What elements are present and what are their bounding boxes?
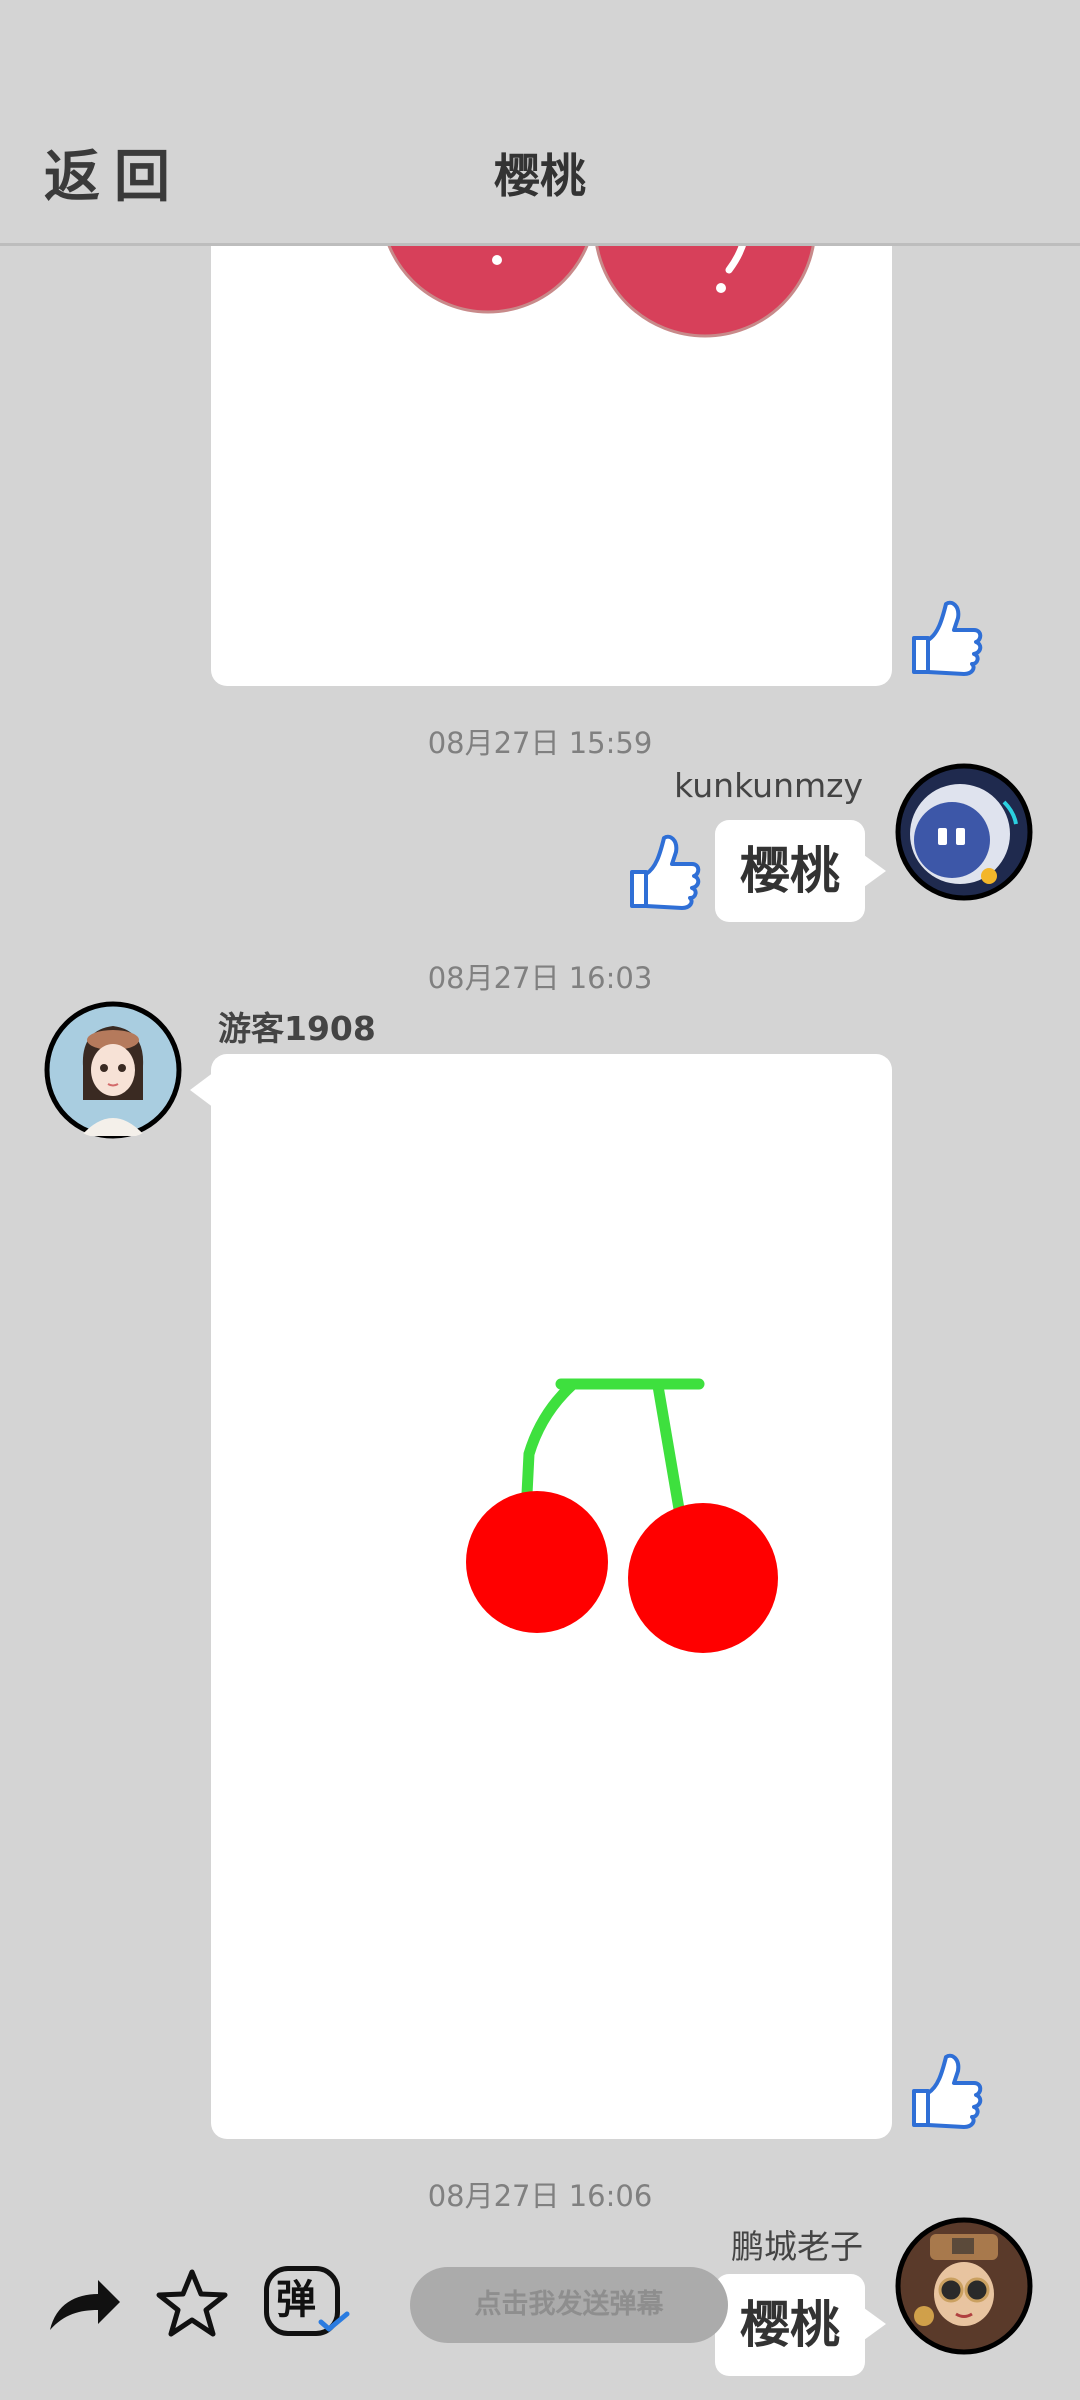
danmu-input[interactable]: 点击我发送弹幕 [410, 2267, 728, 2343]
sender-username: 鹏城老子 [731, 2227, 863, 2266]
sender-username: kunkunmzy [674, 766, 863, 805]
page-title: 樱桃 [494, 149, 586, 203]
image-message-card[interactable] [211, 1054, 892, 2139]
avatar[interactable] [43, 1000, 183, 1140]
bubble-tail [864, 2308, 886, 2340]
message-timestamp: 08月27日 15:59 [427, 726, 653, 760]
danmu-toggle-icon[interactable]: 弹 [262, 2262, 350, 2342]
star-icon[interactable] [154, 2266, 230, 2340]
text-message-bubble[interactable]: 樱桃 [715, 820, 865, 922]
thumbs-up-icon[interactable] [906, 596, 984, 678]
cherry-drawing [466, 1378, 778, 1653]
thumbs-up-icon[interactable] [624, 830, 702, 912]
text-message-bubble[interactable]: 樱桃 [715, 2274, 865, 2376]
message-timestamp: 08月27日 16:06 [427, 2179, 653, 2213]
bubble-tail [864, 855, 886, 887]
sender-username: 游客1908 [218, 1009, 376, 1048]
thumbs-up-icon[interactable] [906, 2049, 984, 2131]
chat-screen: 返回 樱桃 08月27日 15:59 kunkunmzy 樱桃 08月27日 1… [0, 0, 1080, 2400]
avatar[interactable] [894, 2216, 1034, 2356]
share-icon[interactable] [44, 2270, 124, 2336]
top-bar: 返回 樱桃 [0, 0, 1080, 246]
message-timestamp: 08月27日 16:03 [427, 961, 653, 995]
checkmark-icon [318, 2311, 350, 2332]
avatar[interactable] [894, 762, 1034, 902]
danmu-icon-char: 弹 [276, 2277, 316, 2323]
